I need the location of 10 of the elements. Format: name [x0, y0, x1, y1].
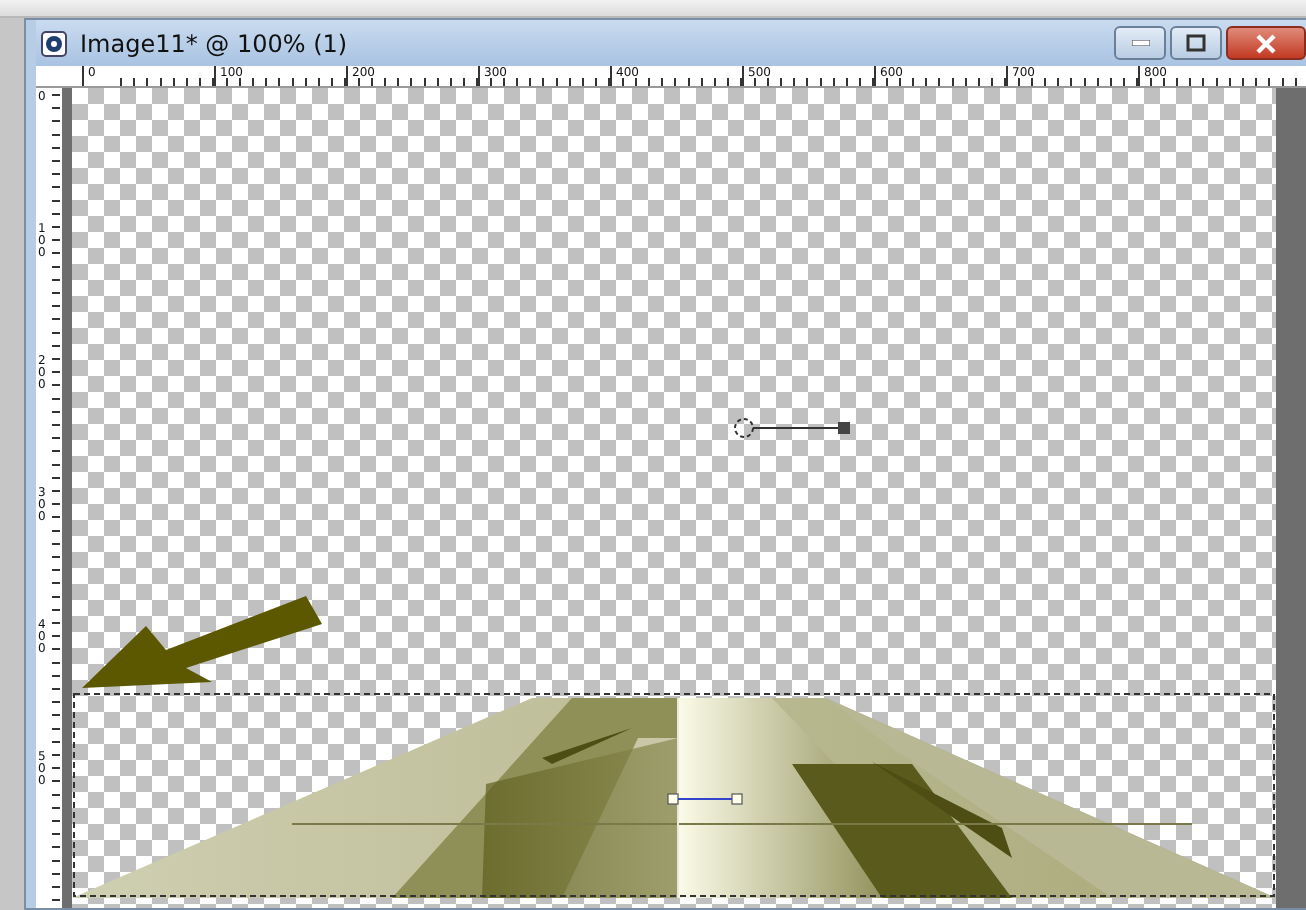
close-button[interactable] — [1226, 26, 1306, 60]
maximize-button[interactable] — [1170, 26, 1222, 60]
window-title: Image11* @ 100% (1) — [80, 29, 348, 57]
minimize-icon — [1131, 40, 1149, 46]
app-icon — [40, 29, 68, 57]
maximize-icon — [1186, 34, 1206, 52]
minimize-button[interactable] — [1114, 26, 1166, 60]
close-icon — [1256, 33, 1276, 53]
rotation-handle[interactable] — [734, 418, 850, 438]
pivot-handle[interactable] — [667, 793, 743, 805]
